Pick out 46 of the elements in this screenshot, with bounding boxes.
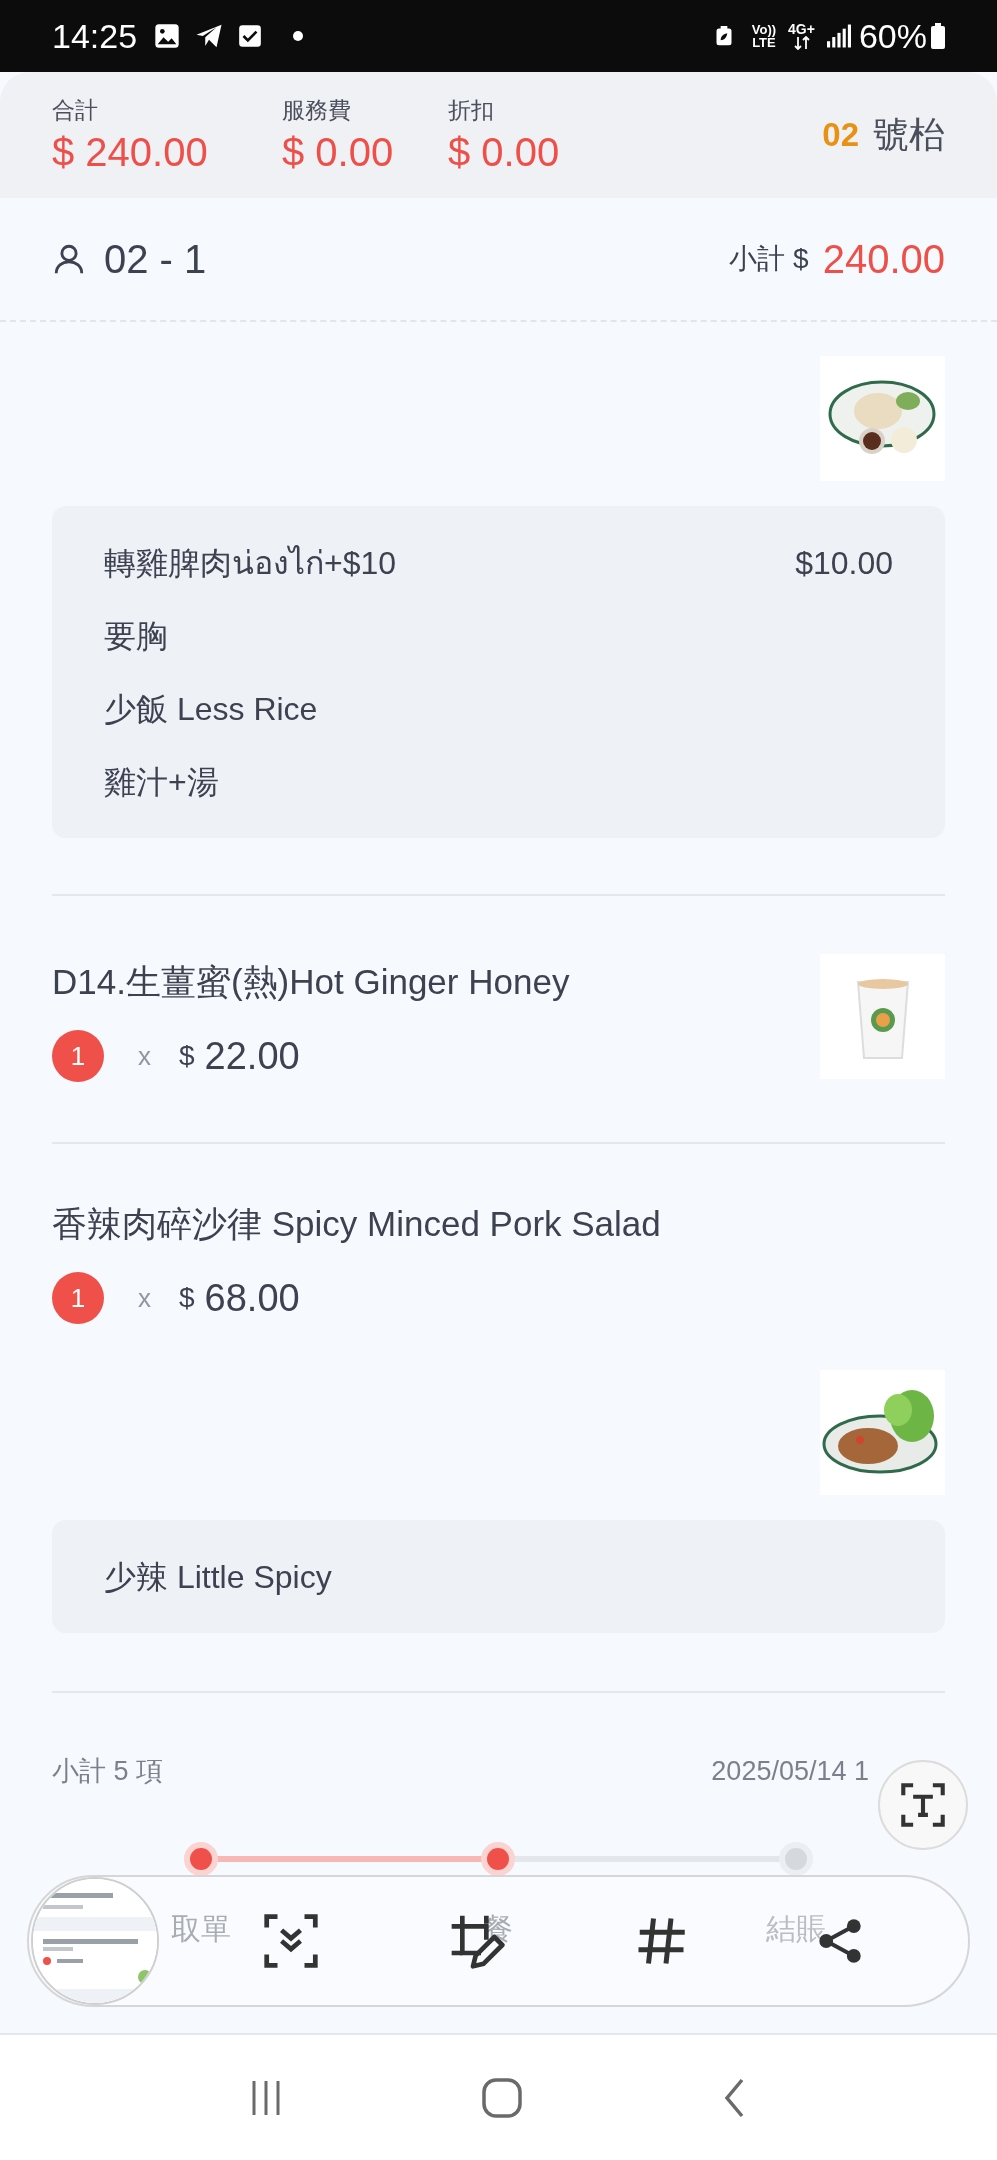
text-scan-icon (900, 1782, 946, 1828)
modifier-text: 雞汁+湯 (104, 762, 219, 802)
order-date: 2025/05/14 1 (711, 1755, 869, 1788)
subtotal-label: 小計 $ (729, 242, 809, 276)
modifier-text: 少辣 Little Spicy (104, 1557, 332, 1597)
table-number: 02 (822, 115, 859, 156)
summary-label: 服務費 (282, 95, 352, 125)
step-label: 結賬 (766, 1910, 827, 1947)
modifier-text: 少飯 Less Rice (104, 689, 318, 729)
dot-icon (293, 31, 304, 41)
times-sign: x (138, 1281, 151, 1315)
currency-sign: $ (179, 1039, 195, 1073)
modifier-text: 轉雞脾肉น่องไก่+$10 (104, 543, 397, 583)
step-label: 取單 (170, 1910, 231, 1947)
summary-label: 合計 (52, 95, 99, 125)
item-price: 22.00 (204, 1033, 300, 1079)
seat-name: 02 - 1 (104, 236, 207, 283)
quantity-badge: 1 (52, 1030, 104, 1082)
item-title: 香辣肉碎沙律 Spicy Minced Pork Salad (52, 1203, 662, 1245)
status-time: 14:25 (52, 15, 138, 57)
item-price: 68.00 (204, 1275, 300, 1321)
volte-label: Vo)) (751, 23, 777, 36)
battery-percent: 60% (858, 15, 927, 57)
currency-sign: $ (179, 1281, 195, 1315)
recent-apps-icon[interactable] (250, 2078, 281, 2117)
modifier-text: 要胸 (104, 616, 168, 656)
item-title: D14.生薑蜜(熱)Hot Ginger Honey (52, 961, 570, 1003)
times-sign: x (138, 1039, 151, 1073)
summary-label: 折扣 (448, 95, 495, 125)
subtotal-value: 240.00 (822, 236, 945, 283)
item-count: 小計 5 項 (52, 1755, 164, 1788)
quantity-badge: 1 (52, 1272, 104, 1324)
summary-value: $ 0.00 (448, 129, 561, 177)
battery-icon (931, 23, 945, 49)
summary-value: $ 240.00 (52, 129, 209, 177)
summary-value: $ 0.00 (282, 129, 395, 177)
signal-icon (826, 24, 851, 48)
home-icon[interactable] (482, 2077, 523, 2118)
image-icon (153, 22, 182, 50)
table-label: 號枱 (873, 113, 945, 157)
modifier-price: $10.00 (795, 543, 893, 583)
scroll-capture-icon[interactable] (264, 1914, 319, 1968)
network-label: 4G+ (788, 22, 815, 36)
data-arrows-icon (793, 35, 810, 50)
lte-label: LTE (752, 36, 776, 49)
checkbox-icon (237, 23, 264, 49)
